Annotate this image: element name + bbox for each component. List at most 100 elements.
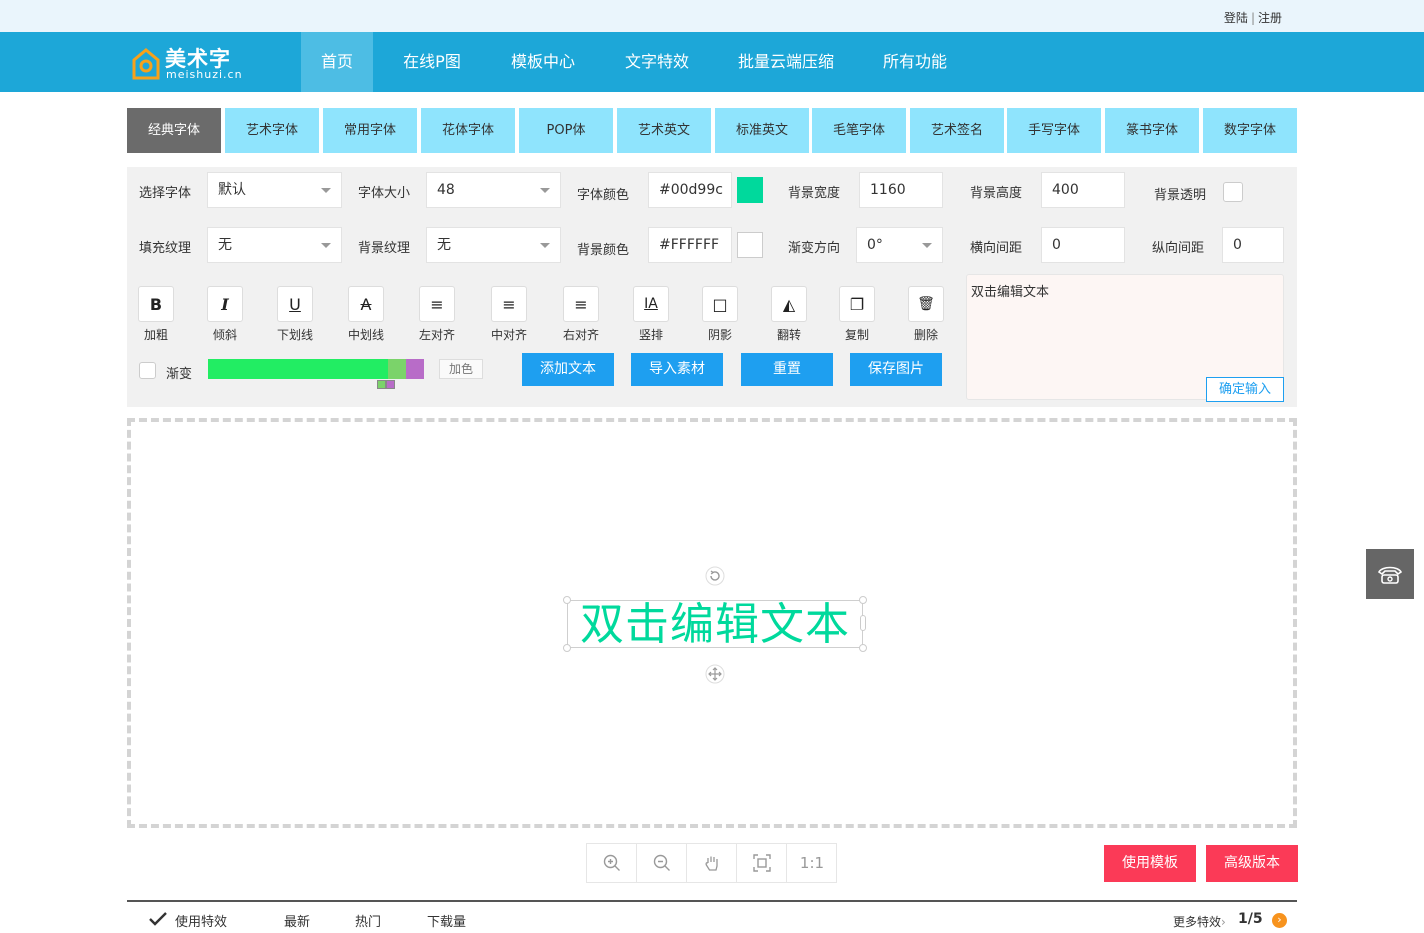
control-panel: 选择字体 默认 字体大小 48 字体颜色 #00d99c 背景宽度 1160 背… [127,167,1297,407]
italic-button[interactable]: I 倾斜 [205,286,245,343]
resize-handle[interactable] [860,615,866,631]
tab-brush[interactable]: 毛笔字体 [812,108,906,153]
advanced-version-button[interactable]: 高级版本 [1206,845,1298,882]
resize-handle[interactable] [859,596,867,604]
tab-common[interactable]: 常用字体 [323,108,417,153]
strikethrough-button[interactable]: A 中划线 [346,286,386,343]
gradient-handle[interactable] [386,380,395,389]
site-logo[interactable]: 美术字 meishuzi.cn [132,44,252,84]
italic-icon: I [207,286,243,322]
align-right-icon: ≡ [563,286,599,322]
use-template-button[interactable]: 使用模板 [1104,845,1196,882]
resize-handle[interactable] [563,644,571,652]
zoom-in-button[interactable] [587,844,637,882]
nav-batch-compress[interactable]: 批量云端压缩 [725,32,847,92]
underline-label: 下划线 [276,328,313,342]
font-color-label: 字体颜色 [577,188,630,203]
bg-width-label: 背景宽度 [788,186,841,201]
more-effects-link[interactable]: 更多特效› [1173,913,1226,930]
align-left-button[interactable]: ≡ 左对齐 [417,286,457,343]
nav-all-features[interactable]: 所有功能 [869,32,961,92]
tab-fancy[interactable]: 花体字体 [421,108,515,153]
tab-art[interactable]: 艺术字体 [225,108,319,153]
gradient-direction-label: 渐变方向 [788,241,841,256]
resize-handle[interactable] [859,644,867,652]
zoom-out-button[interactable] [637,844,687,882]
bg-color-input[interactable]: #FFFFFF [648,227,732,263]
shadow-button[interactable]: □ 阴影 [700,286,740,343]
canvas-text-object[interactable]: 双击编辑文本 [567,600,863,649]
align-right-button[interactable]: ≡ 右对齐 [561,286,601,343]
actual-size-button[interactable]: 1:1 [787,844,837,882]
nav-home[interactable]: 首页 [301,32,373,92]
underline-button[interactable]: U 下划线 [275,286,315,343]
confirm-input-button[interactable]: 确定输入 [1206,377,1284,402]
font-select-value: 默认 [218,182,246,198]
phone-contact-button[interactable] [1366,549,1414,599]
bg-width-input[interactable]: 1160 [859,172,943,208]
gradient-label: 渐变 [166,367,193,382]
font-size-label: 字体大小 [358,186,411,201]
tab-pop[interactable]: POP体 [519,108,613,153]
align-center-button[interactable]: ≡ 中对齐 [489,286,529,343]
font-color-swatch[interactable] [737,177,763,203]
shadow-label: 阴影 [707,328,732,342]
save-image-button[interactable]: 保存图片 [850,353,942,386]
fit-button[interactable] [737,844,787,882]
tab-seal[interactable]: 篆书字体 [1105,108,1199,153]
tab-signature[interactable]: 艺术签名 [910,108,1004,153]
bg-color-swatch[interactable] [737,232,763,258]
v-spacing-input[interactable]: 0 [1222,227,1284,263]
fill-texture-select[interactable]: 无 [207,227,342,263]
delete-button[interactable]: 🗑 删除 [906,286,946,343]
font-color-input[interactable]: #00d99c [648,172,732,208]
rotate-icon[interactable] [705,566,725,586]
bg-transparent-checkbox[interactable] [1223,182,1243,202]
h-spacing-input[interactable]: 0 [1041,227,1125,263]
font-size-select[interactable]: 48 [426,172,561,208]
shadow-icon: □ [702,286,738,322]
nav-text-effects[interactable]: 文字特效 [611,32,703,92]
top-bar: 登陆 | 注册 [0,0,1424,32]
chevron-down-icon [540,243,550,248]
design-canvas[interactable]: 双击编辑文本 [127,418,1297,828]
pan-button[interactable] [687,844,737,882]
gradient-handle[interactable] [377,380,386,389]
reset-button[interactable]: 重置 [741,353,833,386]
login-link[interactable]: 登陆 [1224,11,1248,25]
tab-handwriting[interactable]: 手写字体 [1007,108,1101,153]
vertical-text-button[interactable]: IA 竖排 [631,286,671,343]
align-left-icon: ≡ [419,286,455,322]
register-link[interactable]: 注册 [1258,11,1282,25]
bg-height-input[interactable]: 400 [1041,172,1125,208]
zoom-out-icon [653,854,670,871]
flip-button[interactable]: ◭ 翻转 [769,286,809,343]
font-size-value: 48 [437,182,455,198]
tab-digits[interactable]: 数字字体 [1203,108,1297,153]
bold-button[interactable]: B 加粗 [136,286,176,343]
vertical-text-label: 竖排 [638,328,663,342]
tab-downloads[interactable]: 下载量 [427,911,466,930]
font-select[interactable]: 默认 [207,172,342,208]
nav-templates[interactable]: 模板中心 [497,32,589,92]
tab-use-effects[interactable]: 使用特效 [175,911,227,930]
align-center-icon: ≡ [491,286,527,322]
bg-texture-select[interactable]: 无 [426,227,561,263]
tab-classic[interactable]: 经典字体 [127,108,221,153]
resize-handle[interactable] [563,596,571,604]
nav-online-ps[interactable]: 在线P图 [389,32,475,92]
add-text-button[interactable]: 添加文本 [522,353,614,386]
move-icon[interactable] [705,664,725,684]
import-material-button[interactable]: 导入素材 [631,353,723,386]
tab-art-english[interactable]: 艺术英文 [617,108,711,153]
tab-standard-english[interactable]: 标准英文 [715,108,809,153]
gradient-direction-select[interactable]: 0° [856,227,943,263]
add-color-button[interactable]: 加色 [439,359,483,379]
tab-latest[interactable]: 最新 [284,911,310,930]
flip-label: 翻转 [776,328,801,342]
next-page-icon[interactable]: › [1272,913,1287,928]
copy-button[interactable]: ❐ 复制 [837,286,877,343]
gradient-bar[interactable] [208,359,424,389]
tab-popular[interactable]: 热门 [355,911,381,930]
gradient-checkbox[interactable] [139,362,156,379]
